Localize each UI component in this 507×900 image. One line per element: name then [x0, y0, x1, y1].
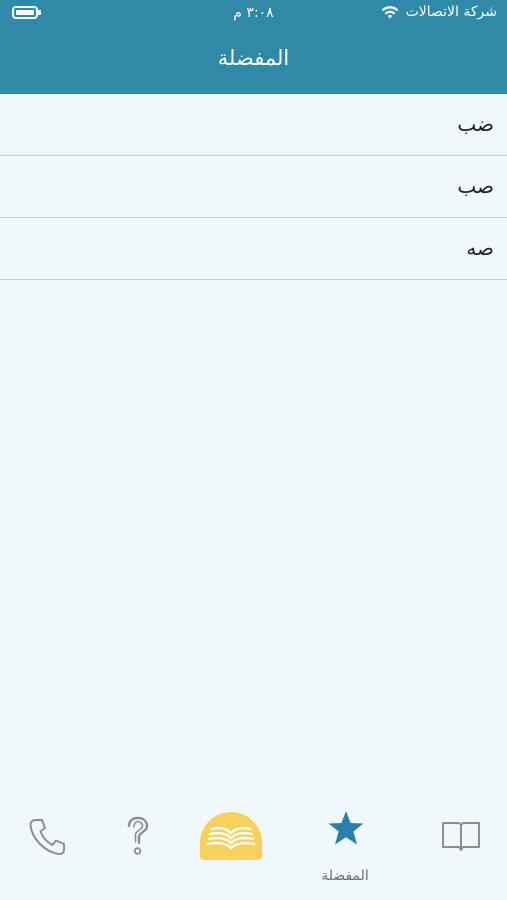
- tab-contact[interactable]: [28, 817, 66, 857]
- list-item-label: ضب: [457, 112, 494, 136]
- wifi-icon: [381, 6, 398, 19]
- list-item[interactable]: ضب: [0, 94, 507, 156]
- book-home-icon: [206, 826, 256, 850]
- list-item[interactable]: صب: [0, 156, 507, 218]
- tab-dictionary[interactable]: [441, 820, 481, 852]
- phone-icon: [29, 819, 65, 855]
- tab-help[interactable]: [124, 816, 152, 858]
- list-item[interactable]: صه: [0, 218, 507, 280]
- question-icon: [127, 816, 149, 855]
- status-right: شركة الاتصالات: [380, 4, 497, 20]
- favorites-list: ضب صب صه: [0, 94, 507, 280]
- star-icon: [328, 811, 364, 845]
- open-book-icon: [442, 822, 480, 851]
- page-title: المفضلة: [217, 46, 290, 70]
- status-bar: ٣:٠٨ م شركة الاتصالات: [0, 0, 507, 28]
- tab-favorites[interactable]: [327, 810, 365, 846]
- app-header: ٣:٠٨ م شركة الاتصالات المفضلة: [0, 0, 507, 94]
- list-item-label: صه: [466, 236, 494, 260]
- carrier-name: شركة الاتصالات: [405, 4, 497, 20]
- list-item-label: صب: [457, 174, 494, 198]
- tab-home[interactable]: [200, 812, 262, 860]
- tab-favorites-label: المفضلة: [321, 868, 369, 884]
